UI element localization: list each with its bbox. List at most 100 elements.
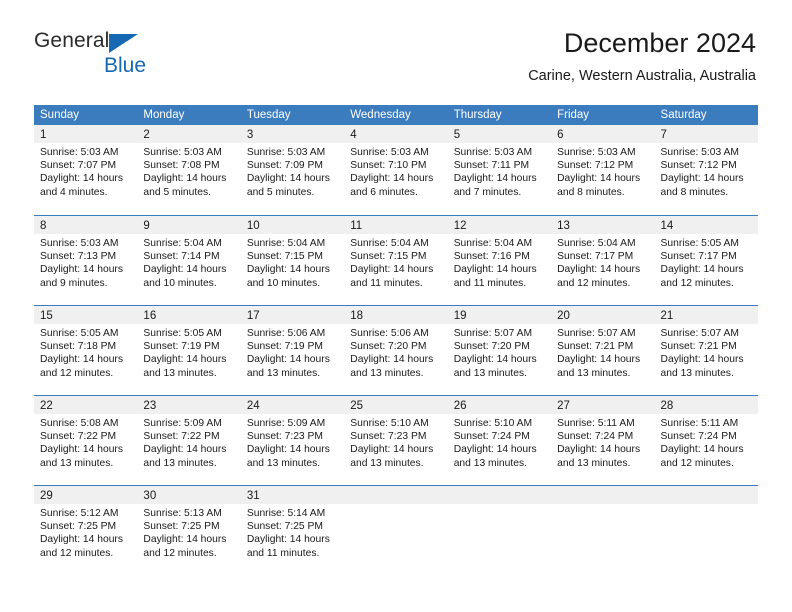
title-block: December 2024 Carine, Western Australia,… (528, 28, 756, 84)
daylight-text-line2: and 12 minutes. (660, 457, 734, 469)
day-cell[interactable]: 25 Sunrise: 5:10 AM Sunset: 7:23 PM Dayl… (344, 396, 448, 477)
day-number-band: 12 (447, 216, 552, 234)
day-details: Sunrise: 5:03 AM Sunset: 7:08 PM Dayligh… (137, 143, 240, 199)
day-cell-empty (551, 486, 655, 567)
day-number: 23 (143, 400, 157, 412)
day-cell[interactable]: 18 Sunrise: 5:06 AM Sunset: 7:20 PM Dayl… (344, 306, 448, 387)
day-cell[interactable]: 17 Sunrise: 5:06 AM Sunset: 7:19 PM Dayl… (240, 306, 345, 387)
day-cell[interactable]: 15 Sunrise: 5:05 AM Sunset: 7:18 PM Dayl… (34, 306, 138, 387)
day-details: Sunrise: 5:07 AM Sunset: 7:21 PM Dayligh… (655, 324, 758, 380)
day-cell[interactable]: 3 Sunrise: 5:03 AM Sunset: 7:09 PM Dayli… (240, 125, 345, 207)
sunset-text: Sunset: 7:08 PM (143, 160, 220, 172)
day-details: Sunrise: 5:03 AM Sunset: 7:09 PM Dayligh… (241, 143, 344, 199)
blue-triangle-icon (109, 34, 139, 53)
day-number: 16 (143, 310, 157, 322)
day-cell[interactable]: 23 Sunrise: 5:09 AM Sunset: 7:22 PM Dayl… (137, 396, 241, 477)
day-cell[interactable]: 30 Sunrise: 5:13 AM Sunset: 7:25 PM Dayl… (137, 486, 241, 567)
daylight-text-line1: Daylight: 14 hours (40, 173, 123, 185)
sunset-text: Sunset: 7:13 PM (40, 251, 117, 263)
daylight-text-line1: Daylight: 14 hours (143, 173, 227, 185)
day-cell[interactable]: 26 Sunrise: 5:10 AM Sunset: 7:24 PM Dayl… (447, 396, 552, 477)
sunset-text: Sunset: 7:17 PM (660, 251, 737, 263)
day-cell[interactable]: 7 Sunrise: 5:03 AM Sunset: 7:12 PM Dayli… (654, 125, 758, 207)
day-cell[interactable]: 4 Sunrise: 5:03 AM Sunset: 7:10 PM Dayli… (344, 125, 448, 207)
daylight-text-line2: and 11 minutes. (350, 277, 423, 289)
day-details: Sunrise: 5:03 AM Sunset: 7:13 PM Dayligh… (34, 234, 137, 290)
day-number: 20 (557, 310, 570, 322)
day-number: 24 (246, 400, 260, 412)
daylight-text-line1: Daylight: 14 hours (453, 354, 537, 366)
day-number: 22 (40, 400, 53, 412)
day-cell[interactable]: 6 Sunrise: 5:03 AM Sunset: 7:12 PM Dayli… (551, 125, 655, 207)
day-cell[interactable]: 19 Sunrise: 5:07 AM Sunset: 7:20 PM Dayl… (447, 306, 552, 387)
sunset-text: Sunset: 7:15 PM (350, 251, 427, 263)
weekday-header-sunday: Sunday (40, 109, 80, 121)
day-cell[interactable]: 16 Sunrise: 5:05 AM Sunset: 7:19 PM Dayl… (137, 306, 241, 387)
day-details: Sunrise: 5:04 AM Sunset: 7:17 PM Dayligh… (551, 234, 654, 290)
day-number-band: 19 (447, 306, 552, 324)
sunset-text: Sunset: 7:23 PM (246, 431, 323, 443)
sunset-text: Sunset: 7:12 PM (557, 160, 634, 172)
day-cell[interactable]: 20 Sunrise: 5:07 AM Sunset: 7:21 PM Dayl… (551, 306, 655, 387)
day-number-band: 2 (137, 125, 241, 143)
day-details: Sunrise: 5:03 AM Sunset: 7:12 PM Dayligh… (551, 143, 654, 199)
daylight-text-line1: Daylight: 14 hours (557, 264, 641, 276)
day-details: Sunrise: 5:05 AM Sunset: 7:17 PM Dayligh… (655, 234, 758, 290)
week-row: 15 Sunrise: 5:05 AM Sunset: 7:18 PM Dayl… (34, 305, 758, 387)
sunset-text: Sunset: 7:24 PM (660, 431, 737, 443)
sunrise-text: Sunrise: 5:06 AM (350, 328, 429, 339)
daylight-text-line1: Daylight: 14 hours (143, 264, 227, 276)
daylight-text-line2: and 11 minutes. (246, 547, 320, 559)
day-number: 3 (246, 129, 254, 141)
day-details: Sunrise: 5:14 AM Sunset: 7:25 PM Dayligh… (241, 504, 344, 560)
day-number-band: 28 (654, 396, 758, 414)
day-cell[interactable]: 8 Sunrise: 5:03 AM Sunset: 7:13 PM Dayli… (34, 216, 138, 297)
day-cell[interactable]: 9 Sunrise: 5:04 AM Sunset: 7:14 PM Dayli… (137, 216, 241, 297)
day-number: 2 (143, 129, 150, 141)
day-details: Sunrise: 5:04 AM Sunset: 7:15 PM Dayligh… (241, 234, 344, 290)
day-details: Sunrise: 5:09 AM Sunset: 7:23 PM Dayligh… (241, 414, 344, 470)
general-blue-logo[interactable]: General Blue (34, 30, 154, 78)
daylight-text-line1: Daylight: 14 hours (246, 354, 330, 366)
weekday-header-monday: Monday (143, 109, 185, 121)
day-cell[interactable]: 2 Sunrise: 5:03 AM Sunset: 7:08 PM Dayli… (137, 125, 241, 207)
daylight-text-line2: and 13 minutes. (246, 457, 321, 469)
sunrise-text: Sunrise: 5:05 AM (40, 328, 119, 339)
daylight-text-line1: Daylight: 14 hours (453, 444, 537, 456)
day-cell[interactable]: 27 Sunrise: 5:11 AM Sunset: 7:24 PM Dayl… (551, 396, 655, 477)
day-number-band: 8 (34, 216, 138, 234)
daylight-text-line1: Daylight: 14 hours (557, 354, 641, 366)
daylight-text-line1: Daylight: 14 hours (350, 354, 434, 366)
day-cell[interactable]: 12 Sunrise: 5:04 AM Sunset: 7:16 PM Dayl… (447, 216, 552, 297)
day-cell[interactable]: 31 Sunrise: 5:14 AM Sunset: 7:25 PM Dayl… (240, 486, 345, 567)
day-number: 5 (453, 129, 461, 141)
sunset-text: Sunset: 7:20 PM (350, 341, 427, 353)
day-cell[interactable]: 1 Sunrise: 5:03 AM Sunset: 7:07 PM Dayli… (34, 125, 138, 207)
daylight-text-line2: and 10 minutes. (143, 277, 217, 289)
day-number: 30 (143, 490, 157, 502)
daylight-text-line2: and 10 minutes. (246, 277, 321, 289)
daylight-text-line1: Daylight: 14 hours (246, 173, 330, 185)
day-number-band: 30 (137, 486, 241, 504)
sunrise-text: Sunrise: 5:11 AM (660, 418, 739, 429)
daylight-text-line2: and 8 minutes. (660, 186, 729, 198)
day-number-band: 3 (240, 125, 345, 143)
daylight-text-line1: Daylight: 14 hours (453, 264, 537, 276)
daylight-text-line1: Daylight: 14 hours (350, 173, 434, 185)
day-cell-empty (447, 486, 552, 567)
day-cell[interactable]: 22 Sunrise: 5:08 AM Sunset: 7:22 PM Dayl… (34, 396, 138, 477)
daylight-text-line2: and 13 minutes. (453, 457, 527, 469)
day-number-band: 24 (240, 396, 345, 414)
day-cell[interactable]: 24 Sunrise: 5:09 AM Sunset: 7:23 PM Dayl… (240, 396, 345, 477)
daylight-text-line2: and 8 minutes. (557, 186, 625, 198)
day-cell[interactable]: 21 Sunrise: 5:07 AM Sunset: 7:21 PM Dayl… (654, 306, 758, 387)
sunset-text: Sunset: 7:25 PM (143, 521, 220, 533)
day-cell[interactable]: 10 Sunrise: 5:04 AM Sunset: 7:15 PM Dayl… (240, 216, 345, 297)
day-cell[interactable]: 28 Sunrise: 5:11 AM Sunset: 7:24 PM Dayl… (654, 396, 758, 477)
day-cell[interactable]: 29 Sunrise: 5:12 AM Sunset: 7:25 PM Dayl… (34, 486, 138, 567)
day-cell[interactable]: 11 Sunrise: 5:04 AM Sunset: 7:15 PM Dayl… (344, 216, 448, 297)
day-cell[interactable]: 14 Sunrise: 5:05 AM Sunset: 7:17 PM Dayl… (654, 216, 758, 297)
day-cell[interactable]: 13 Sunrise: 5:04 AM Sunset: 7:17 PM Dayl… (551, 216, 655, 297)
day-cell[interactable]: 5 Sunrise: 5:03 AM Sunset: 7:11 PM Dayli… (447, 125, 552, 207)
daylight-text-line2: and 7 minutes. (453, 186, 522, 198)
